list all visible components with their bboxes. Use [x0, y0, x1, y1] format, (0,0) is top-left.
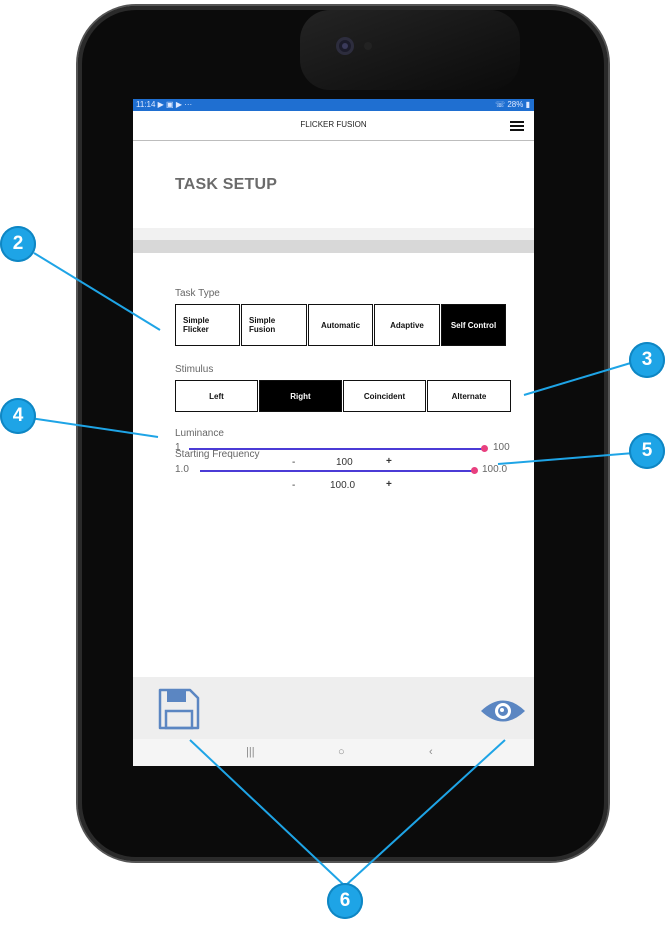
- status-time: 11:14 ▶ ▣ ▶ ···: [136, 100, 193, 109]
- system-nav-bar: ||| ○ ‹: [133, 739, 534, 766]
- luminance-max: 100: [493, 442, 510, 453]
- page-title: TASK SETUP: [175, 176, 278, 193]
- tablet-gloss: [300, 10, 520, 90]
- app-title: FLICKER FUSION: [300, 120, 367, 129]
- callout-badge-2: 2: [0, 226, 36, 262]
- luminance-value: 100: [336, 457, 353, 468]
- task-type-automatic-button[interactable]: Automatic: [308, 304, 373, 346]
- app-screen: 11:14 ▶ ▣ ▶ ··· ☏ 28% ▮ FLICKER FUSION T…: [133, 99, 534, 766]
- luminance-decrement-button[interactable]: -: [292, 457, 295, 468]
- starting-frequency-increment-button[interactable]: +: [386, 479, 392, 490]
- task-type-adaptive-button[interactable]: Adaptive: [374, 304, 440, 346]
- light-sensor: [364, 42, 372, 50]
- starting-frequency-min: 1.0: [175, 464, 189, 475]
- status-bar: 11:14 ▶ ▣ ▶ ··· ☏ 28% ▮: [133, 99, 534, 111]
- task-type-self-control-button[interactable]: Self Control: [441, 304, 506, 346]
- stimulus-alternate-button[interactable]: Alternate: [427, 380, 511, 412]
- stimulus-label: Stimulus: [175, 364, 214, 375]
- back-button[interactable]: ‹: [429, 746, 433, 758]
- stimulus-coincident-button[interactable]: Coincident: [343, 380, 426, 412]
- luminance-slider-thumb[interactable]: [481, 445, 488, 452]
- task-type-label: Task Type: [175, 288, 220, 299]
- task-type-selector: Simple Flicker Simple Fusion Automatic A…: [175, 304, 507, 346]
- starting-frequency-slider-thumb[interactable]: [471, 467, 478, 474]
- section-divider-dark: [133, 240, 534, 253]
- starting-frequency-decrement-button[interactable]: -: [292, 480, 295, 491]
- app-header: FLICKER FUSION: [133, 111, 534, 141]
- preview-eye-icon[interactable]: [479, 696, 527, 726]
- section-divider: [133, 228, 534, 240]
- starting-frequency-label: Starting Frequency: [175, 449, 260, 460]
- task-type-simple-flicker-button[interactable]: Simple Flicker: [175, 304, 240, 346]
- starting-frequency-value: 100.0: [330, 480, 356, 491]
- hamburger-menu-icon[interactable]: [510, 121, 524, 131]
- home-button[interactable]: ○: [338, 746, 345, 758]
- luminance-increment-button[interactable]: +: [386, 456, 392, 467]
- stimulus-left-button[interactable]: Left: [175, 380, 258, 412]
- luminance-label: Luminance: [175, 428, 224, 439]
- stimulus-selector: Left Right Coincident Alternate: [175, 380, 512, 412]
- callout-badge-3: 3: [629, 342, 665, 378]
- save-icon[interactable]: [157, 687, 201, 731]
- stimulus-right-button[interactable]: Right: [259, 380, 342, 412]
- starting-frequency-slider-track[interactable]: [200, 470, 474, 472]
- bottom-action-bar: [133, 677, 534, 739]
- camera-lens: [342, 43, 348, 49]
- recents-button[interactable]: |||: [246, 746, 255, 758]
- starting-frequency-max: 100.0: [482, 464, 508, 475]
- task-type-simple-fusion-button[interactable]: Simple Fusion: [241, 304, 307, 346]
- battery-indicator: ☏ 28% ▮: [495, 100, 530, 109]
- callout-badge-5: 5: [629, 433, 665, 469]
- callout-badge-4: 4: [0, 398, 36, 434]
- callout-badge-6: 6: [327, 883, 363, 919]
